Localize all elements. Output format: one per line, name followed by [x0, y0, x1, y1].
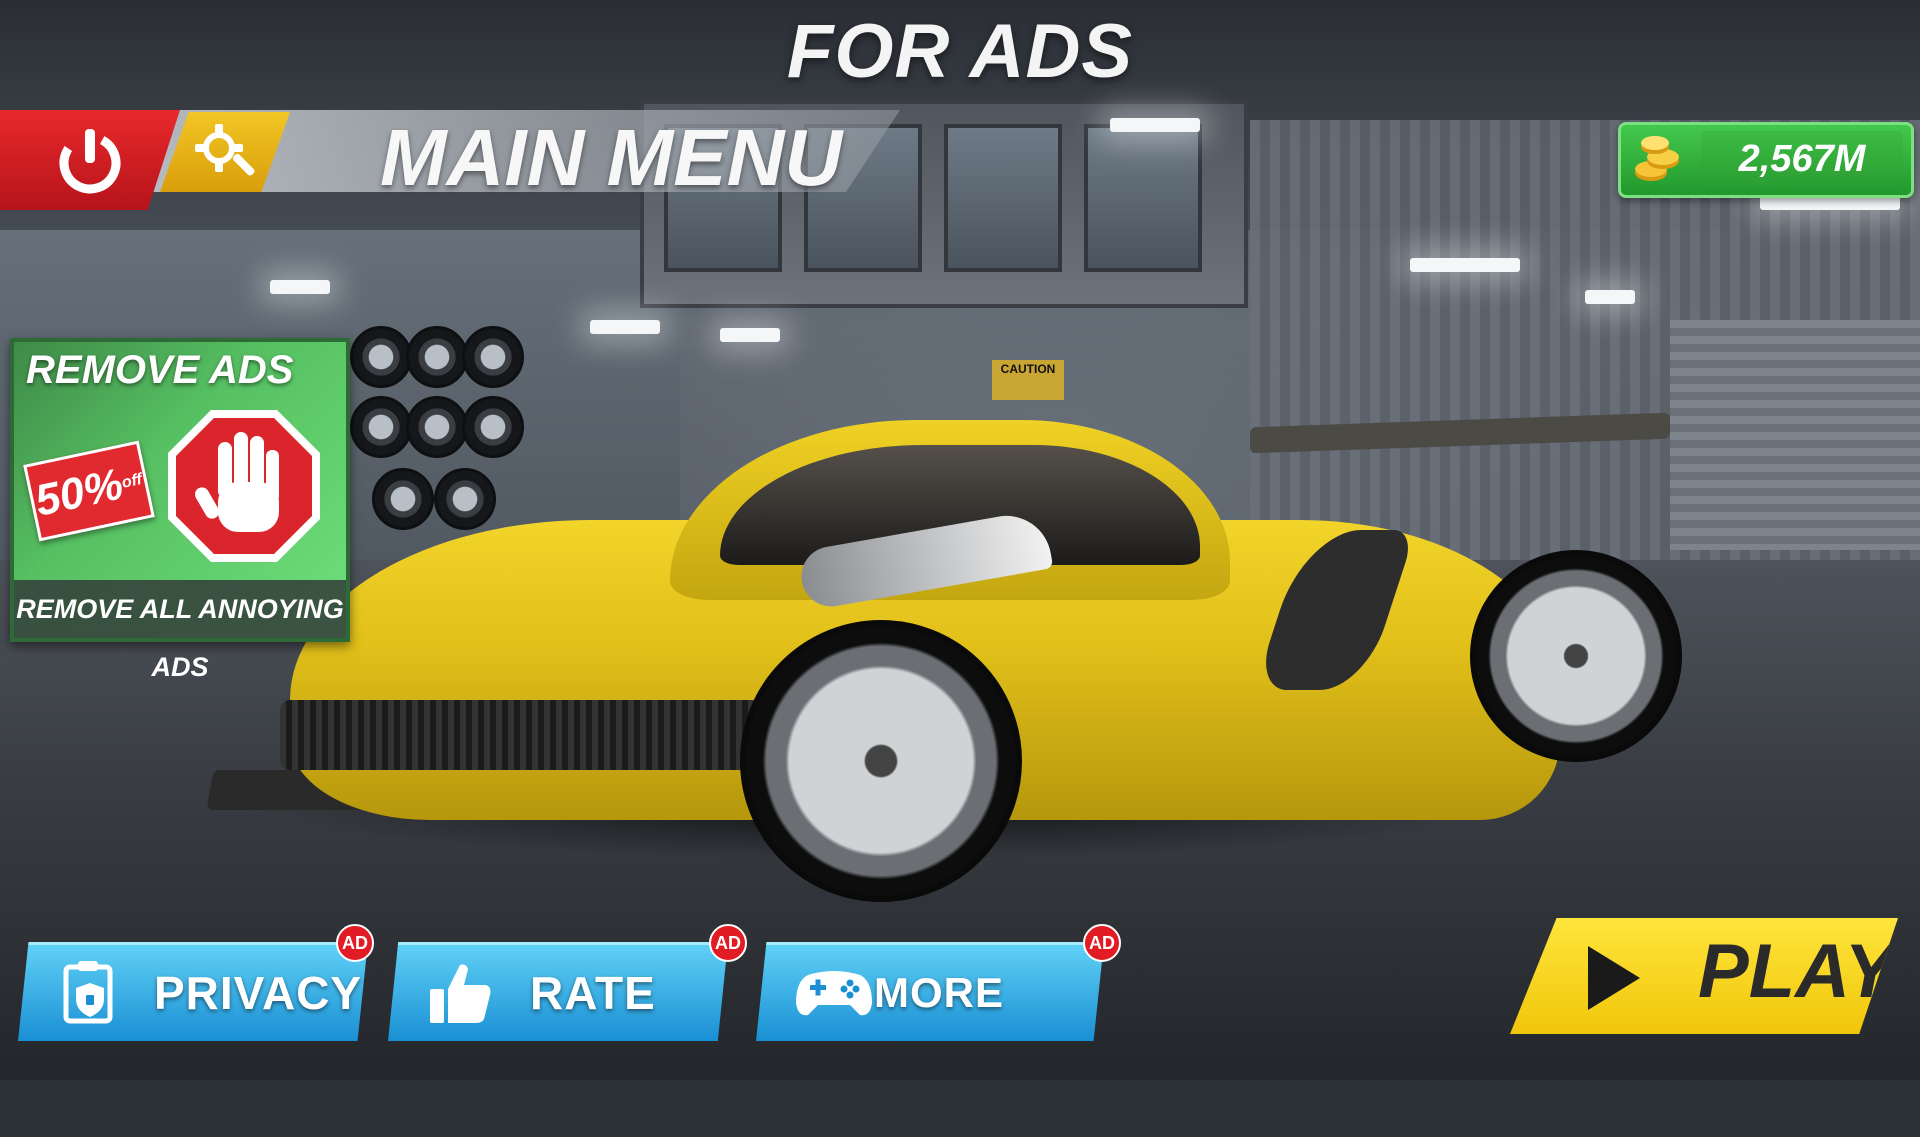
car-grille	[280, 700, 800, 770]
gamepad-icon	[796, 971, 872, 1016]
garage-door	[1670, 320, 1920, 550]
car-rear-wheel	[1470, 550, 1682, 762]
discount-off-label: off	[120, 470, 144, 492]
ceiling-lamp	[1110, 118, 1200, 132]
thumbs-up-icon	[430, 964, 491, 1023]
discount-badge: 50% off	[23, 440, 155, 542]
office-window	[1084, 124, 1202, 272]
office-window	[944, 124, 1062, 272]
discount-value: 50%	[30, 459, 128, 526]
page-title: MAIN MENU	[380, 113, 843, 202]
ceiling-lamp	[1760, 196, 1900, 210]
play-button[interactable]: PLAY	[1510, 918, 1898, 1034]
more-games-ad-tag: AD	[1083, 924, 1121, 962]
more-games-button[interactable]: MORE GAMES	[756, 942, 1104, 1041]
ceiling-lamp	[270, 280, 330, 294]
rate-us-button[interactable]: RATE US	[388, 942, 728, 1041]
ceiling-lamp	[590, 320, 660, 334]
ceiling-lamp	[720, 328, 780, 342]
remove-ads-panel[interactable]: REMOVE ADS 50% off REMOVE ALL ANNOYING AD…	[10, 338, 350, 682]
remove-ads-title: REMOVE ADS	[26, 348, 294, 392]
privacy-button[interactable]: PRIVACY	[18, 942, 368, 1041]
showcase-car	[206, 400, 1682, 902]
remove-ads-subtitle: REMOVE ALL ANNOYING ADS	[14, 580, 346, 682]
privacy-shield-icon	[63, 961, 113, 1024]
more-games-label: MORE GAMES	[874, 969, 1034, 1112]
car-front-wheel	[740, 620, 1022, 902]
privacy-label: PRIVACY	[154, 967, 363, 1019]
rate-us-label: RATE US	[530, 967, 656, 1115]
play-label: PLAY	[1698, 929, 1896, 1014]
play-triangle-icon	[1588, 946, 1640, 1010]
tire-rack-tire	[406, 326, 468, 388]
tire-rack-tire	[350, 326, 412, 388]
gear-wrench-icon	[195, 124, 255, 176]
rate-us-ad-tag: AD	[709, 924, 747, 962]
power-icon	[59, 129, 121, 194]
car-rear-wing	[1250, 412, 1670, 454]
privacy-ad-tag: AD	[336, 924, 374, 962]
ceiling-lamp	[1410, 258, 1520, 272]
coin-balance[interactable]: 2,567M	[1618, 122, 1914, 198]
caution-sign: CAUTION	[992, 360, 1064, 400]
gold-coins-icon	[1635, 136, 1679, 181]
stop-hand-icon	[168, 410, 320, 562]
tire-rack-tire	[462, 326, 524, 388]
coin-balance-value: 2,567M	[1701, 131, 1903, 187]
ceiling-lamp	[1585, 290, 1635, 304]
top-banner-title: FOR ADS	[786, 9, 1134, 94]
